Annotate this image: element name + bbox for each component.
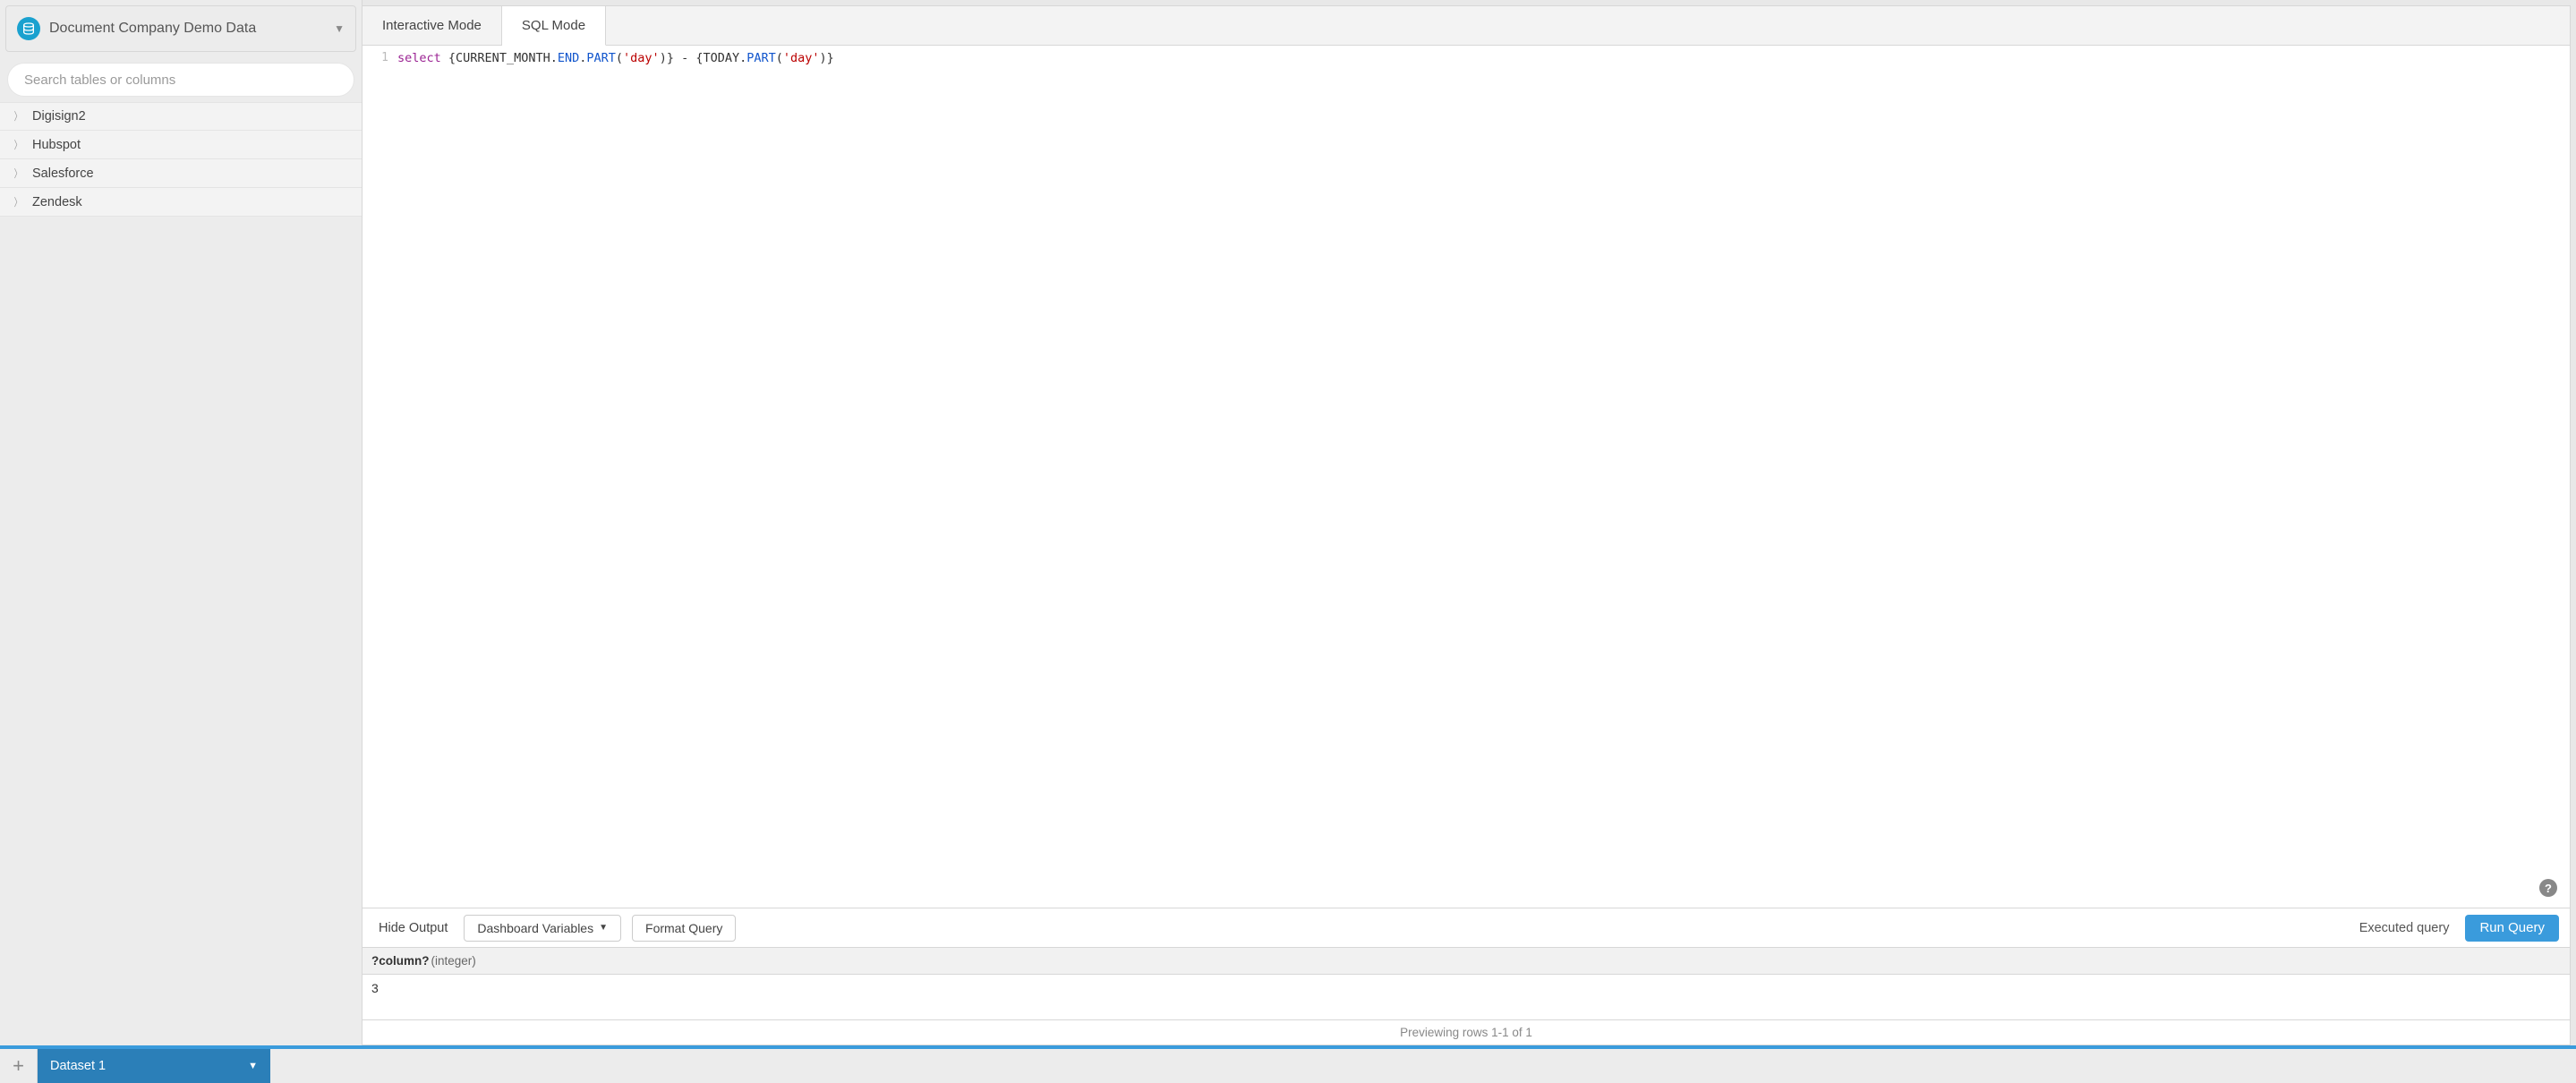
results-panel: ?column? (integer) 3 Previewing rows 1-1…: [363, 947, 2570, 1045]
sidebar: Document Company Demo Data ▼ 〉 Digisign2…: [0, 0, 363, 1045]
table-name: Hubspot: [32, 138, 81, 152]
results-footer: Previewing rows 1-1 of 1: [363, 1019, 2570, 1045]
format-query-button[interactable]: Format Query: [632, 915, 736, 942]
hide-output-button[interactable]: Hide Output: [373, 921, 453, 935]
chevron-right-icon: 〉: [14, 140, 21, 150]
chevron-down-icon: ▼: [599, 923, 608, 933]
results-row: 3: [363, 975, 2570, 1002]
postgres-icon: [17, 17, 40, 40]
dataset-tabs: + Dataset 1 ▼: [0, 1049, 2576, 1083]
table-name: Digisign2: [32, 109, 86, 124]
datasource-selector[interactable]: Document Company Demo Data ▼: [5, 5, 356, 52]
chevron-right-icon: 〉: [14, 168, 21, 179]
sql-editor[interactable]: 1 select {CURRENT_MONTH.END.PART('day')}…: [363, 46, 2570, 908]
table-item[interactable]: 〉 Zendesk: [0, 188, 362, 217]
executed-query-link[interactable]: Executed query: [2359, 921, 2450, 935]
column-name: ?column?: [371, 954, 430, 968]
line-number: 1: [363, 51, 388, 64]
results-header: ?column? (integer): [363, 948, 2570, 975]
table-item[interactable]: 〉 Salesforce: [0, 159, 362, 188]
dashboard-variables-button[interactable]: Dashboard Variables ▼: [464, 915, 621, 942]
chevron-right-icon: 〉: [14, 197, 21, 208]
chevron-down-icon: ▼: [248, 1061, 258, 1071]
table-name: Salesforce: [32, 166, 94, 181]
table-item[interactable]: 〉 Digisign2: [0, 102, 362, 131]
mode-tabs: Interactive Mode SQL Mode: [363, 6, 2570, 46]
datasource-name: Document Company Demo Data: [49, 21, 334, 37]
tab-sql-mode[interactable]: SQL Mode: [502, 6, 606, 46]
line-gutter: 1: [363, 46, 394, 908]
tab-interactive-mode[interactable]: Interactive Mode: [363, 6, 502, 45]
cell-value: 3: [371, 981, 379, 995]
query-toolbar: Hide Output Dashboard Variables ▼ Format…: [363, 908, 2570, 947]
chevron-right-icon: 〉: [14, 111, 21, 122]
column-type: (integer): [431, 954, 476, 968]
table-list: 〉 Digisign2 〉 Hubspot 〉 Salesforce 〉 Zen…: [0, 102, 362, 217]
table-name: Zendesk: [32, 195, 82, 209]
table-item[interactable]: 〉 Hubspot: [0, 131, 362, 159]
search-input[interactable]: [7, 63, 354, 97]
content-area: Interactive Mode SQL Mode 1 select {CURR…: [363, 5, 2571, 1045]
dataset-tab[interactable]: Dataset 1 ▼: [38, 1049, 270, 1083]
add-dataset-button[interactable]: +: [0, 1049, 38, 1083]
chevron-down-icon: ▼: [334, 22, 345, 35]
help-icon[interactable]: ?: [2539, 879, 2557, 897]
editor-content[interactable]: select {CURRENT_MONTH.END.PART('day')} -…: [394, 46, 2570, 908]
run-query-button[interactable]: Run Query: [2465, 915, 2559, 942]
